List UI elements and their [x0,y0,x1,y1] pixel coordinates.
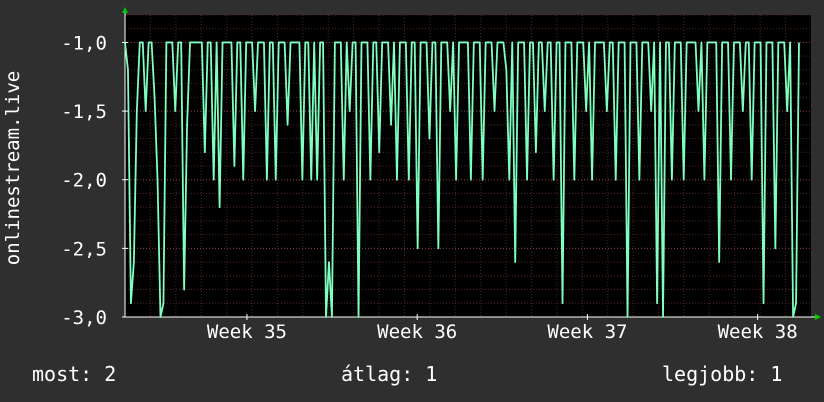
stat-average: átlag: 1 [341,362,438,386]
x-tick-label: Week 36 [377,321,457,343]
x-tick-labels: Week 35 Week 36 Week 37 Week 38 [207,321,798,343]
y-tick-label: -1,5 [61,101,107,123]
y-tick-label: -2,0 [61,170,107,192]
y-tick-labels: -1,0 -1,5 -2,0 -2,5 -3,0 [61,32,107,329]
chart: -1,0-1,5-2,0-2,5-3,0 Week 35 Week 36 Week … [2,7,821,343]
y-tick-label: -1,0 [61,32,107,54]
stat-now: most: 2 [32,362,117,386]
x-axis-arrow [815,314,821,320]
y-tick-label: -2,5 [61,238,107,260]
x-tick-label: Week 35 [207,321,287,343]
y-tick-label: -3,0 [61,307,107,329]
y-axis-label: onlinestream.live [2,71,24,265]
chart-container: -1,0 -1,5 -2,0 -2,5 -3,0 Week 35 Week 36 Week … [0,0,824,402]
y-axis-arrow [122,7,128,13]
x-tick-label: Week 37 [547,321,627,343]
stat-best: legjobb: 1 [662,362,783,386]
x-tick-label: Week 38 [718,321,798,343]
